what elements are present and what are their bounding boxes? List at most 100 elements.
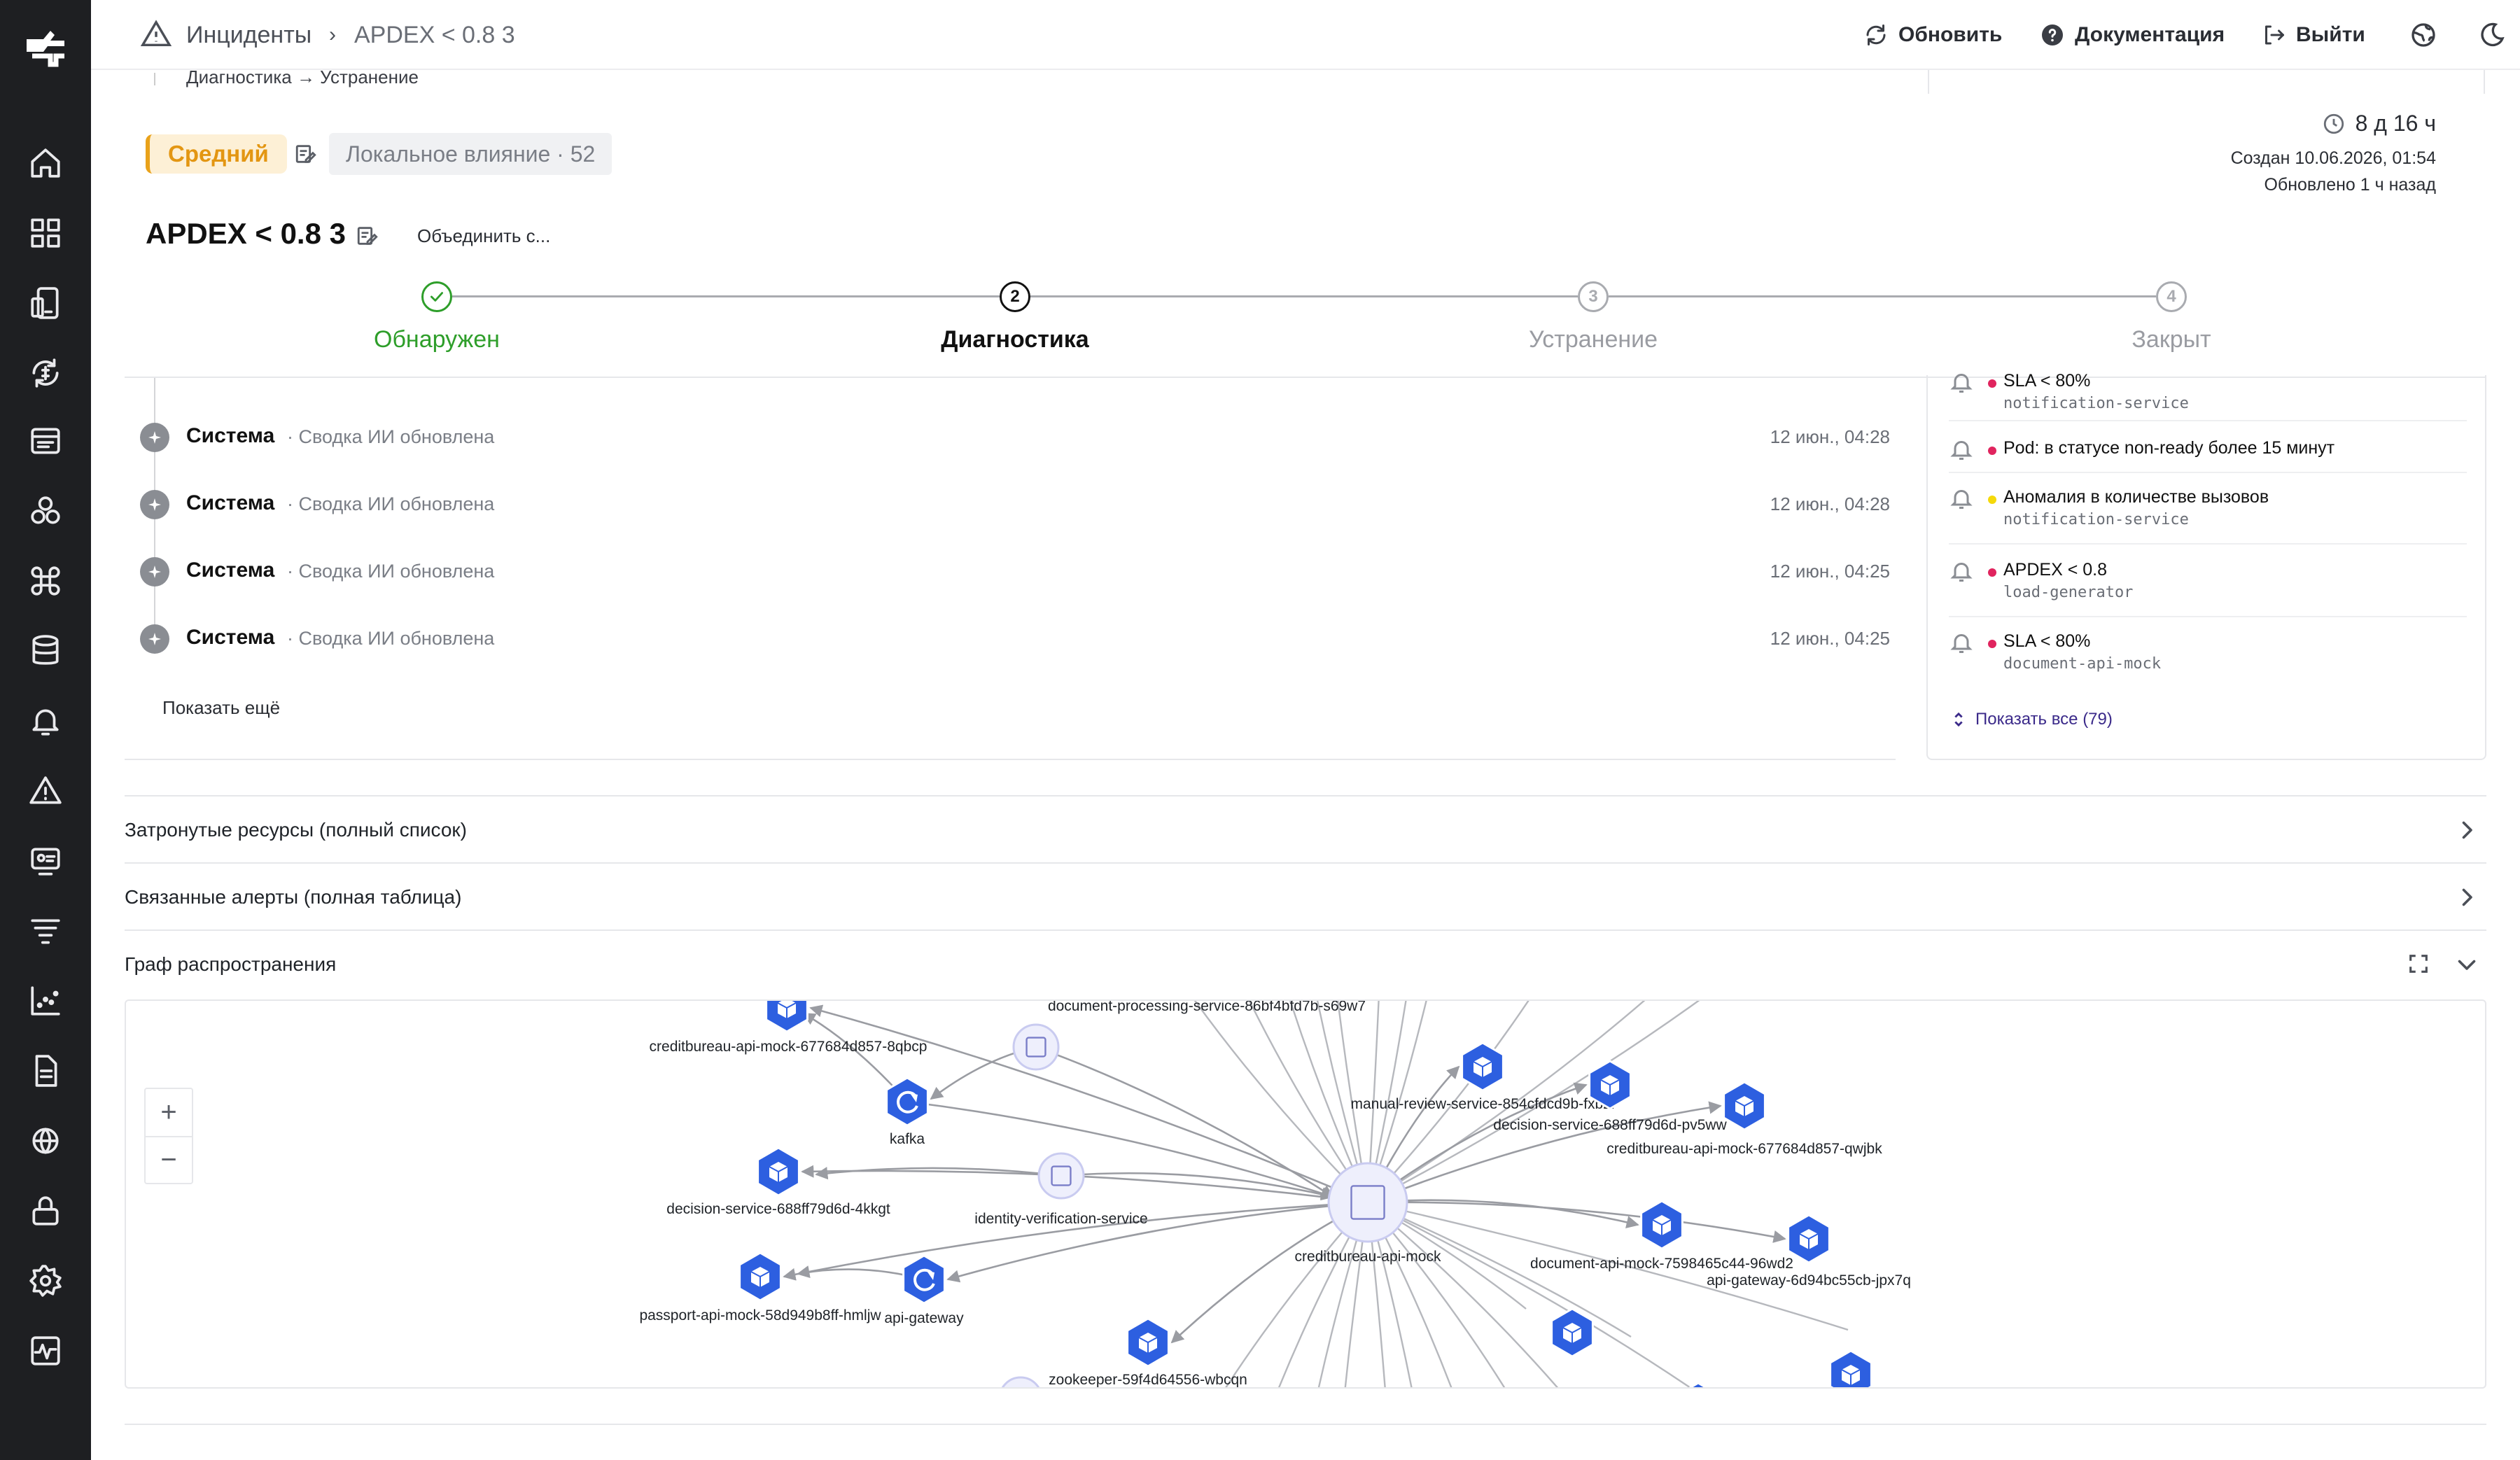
theme-icon[interactable]	[2478, 21, 2506, 49]
warning-icon	[140, 20, 172, 47]
nav-logs-icon[interactable]	[26, 421, 65, 461]
edit-severity-icon[interactable]	[294, 142, 318, 166]
chevron-down-icon[interactable]	[2454, 952, 2479, 977]
clock-icon	[2323, 113, 2344, 134]
fullscreen-icon[interactable]	[2407, 952, 2430, 976]
graph-node-zk[interactable]	[1126, 1317, 1170, 1368]
edit-title-icon[interactable]	[356, 224, 379, 248]
graph-node[interactable]	[1829, 1349, 1872, 1389]
graph-node-cb1[interactable]	[765, 1001, 808, 1033]
nav-chart-icon[interactable]	[26, 981, 65, 1020]
timeline-time: 12 июн., 04:28	[1770, 426, 1890, 447]
graph-edge	[1367, 1202, 1559, 1387]
timeline-item: Система · Сводка ИИ обновлена 12 июн., 0…	[140, 547, 1890, 589]
alert-title: SLA < 80%	[2003, 631, 2091, 651]
alert-title: Аномалия в количестве вызовов	[2003, 487, 2269, 507]
nav-monitor-icon[interactable]	[26, 841, 65, 880]
nav-dashboard-icon[interactable]	[26, 213, 65, 253]
alert-item[interactable]: Pod: в статусе non-ready более 15 минут	[1949, 435, 2467, 463]
graph-node-ds1[interactable]	[757, 1146, 800, 1197]
graph-node-dam[interactable]	[1640, 1200, 1684, 1250]
graph-node-label: identity-verification-service	[974, 1211, 1147, 1227]
graph-edge	[906, 1100, 1334, 1200]
alert-divider	[1949, 420, 2467, 421]
graph-node[interactable]	[1550, 1307, 1594, 1358]
graph-node-cb2[interactable]	[1723, 1081, 1766, 1131]
step-detected-icon	[421, 281, 452, 312]
alert-divider	[1949, 616, 2467, 617]
graph-node-kafka[interactable]	[886, 1076, 929, 1127]
show-all-alerts-link[interactable]: Показать все (79)	[1949, 710, 2113, 729]
graph-node-agw[interactable]	[902, 1254, 946, 1305]
nav-database-icon[interactable]	[26, 631, 65, 671]
timeline-author: Система	[186, 424, 275, 447]
logo-icon[interactable]	[22, 25, 69, 71]
nav-bell-icon[interactable]	[26, 701, 65, 740]
logout-button[interactable]: Выйти	[2261, 0, 2365, 70]
nav-settings-icon[interactable]	[26, 1261, 65, 1300]
impact-badge: Локальное влияние · 52	[329, 133, 612, 175]
graph-node-ivs[interactable]	[1037, 1152, 1085, 1200]
nav-warning-icon[interactable]	[26, 771, 65, 810]
nav-document-icon[interactable]	[26, 1051, 65, 1090]
nav-sync-icon[interactable]	[26, 353, 65, 393]
sparkle-icon	[140, 557, 169, 587]
timeline-show-more[interactable]: Показать ещё	[162, 697, 280, 719]
alert-divider	[1949, 543, 2467, 545]
graph-node-dps[interactable]	[1012, 1023, 1060, 1071]
alert-item[interactable]: SLA < 80% document-api-mock	[1949, 629, 2467, 678]
step-connector-3	[1609, 295, 2156, 297]
language-icon[interactable]	[2409, 21, 2437, 49]
bell-icon	[1949, 437, 1974, 462]
docs-button[interactable]: Документация	[2040, 0, 2225, 70]
nav-devices-icon[interactable]	[26, 283, 65, 323]
nav-command-icon[interactable]	[26, 561, 65, 601]
propagation-graph-section[interactable]: Граф распространения	[125, 931, 2486, 998]
step-label-closed: Закрыт	[2132, 326, 2211, 353]
alert-service: document-api-mock	[2003, 655, 2162, 673]
alert-item[interactable]: SLA < 80% notification-service	[1949, 368, 2467, 412]
alert-divider	[1949, 472, 2467, 473]
timeline-author: Система	[186, 491, 275, 514]
alert-item[interactable]: Аномалия в количестве вызовов notificati…	[1949, 484, 2467, 533]
graph-node-label: passport-api-mock-58d949b8ff-hmljw	[639, 1307, 881, 1324]
graph-node-label: document-api-mock-7598465c44-96wd2	[1530, 1256, 1793, 1272]
graph-node-pm[interactable]	[738, 1251, 782, 1302]
sub-breadcrumb: Диагностика → Устранение	[186, 66, 419, 87]
nav-filter-icon[interactable]	[26, 911, 65, 950]
breadcrumb-incidents[interactable]: Инциденты	[186, 0, 312, 70]
step-label-detected: Обнаружен	[374, 326, 500, 353]
related-alerts-section[interactable]: Связанные алерты (полная таблица)	[125, 864, 2486, 931]
nav-network-icon[interactable]	[26, 1121, 65, 1160]
graph-node-label: api-gateway	[884, 1310, 964, 1326]
zoom-in-button[interactable]: +	[146, 1089, 192, 1135]
nav-home-icon[interactable]	[26, 143, 65, 183]
graph-node-mrs[interactable]	[1461, 1041, 1504, 1092]
nav-cluster-icon[interactable]	[26, 491, 65, 531]
duration-value: 8 д 16 ч	[2355, 111, 2436, 136]
graph-node-agw2[interactable]	[1787, 1214, 1830, 1264]
refresh-button[interactable]: Обновить	[1863, 0, 2002, 70]
refresh-label: Обновить	[1898, 23, 2003, 46]
graph-canvas[interactable]: creditbureau-api-mock creditbureau-api-mo…	[126, 1001, 2486, 1389]
graph-node-label: kafka	[890, 1131, 925, 1147]
related-alerts-panel: SLA < 80% notification-service Pod: в ст…	[1926, 371, 2486, 760]
nav-lock-icon[interactable]	[26, 1191, 65, 1230]
graph-node-label: decision-service-688ff79d6d-4kkgt	[666, 1201, 890, 1217]
incident-title: APDEX < 0.8 3	[146, 217, 346, 250]
zoom-out-button[interactable]: −	[146, 1137, 192, 1183]
logout-icon	[2265, 25, 2284, 45]
graph-node[interactable]	[1000, 1376, 1042, 1389]
timeline-action: · Сводка ИИ обновлена	[287, 426, 495, 447]
merge-button[interactable]: Объединить с...	[417, 225, 550, 247]
graph-node-ds2[interactable]	[1588, 1060, 1632, 1110]
timeline-divider	[125, 759, 1896, 760]
affected-resources-section[interactable]: Затронутые ресурсы (полный список)	[125, 796, 2486, 864]
chevron-right-icon	[2454, 885, 2479, 910]
duration: 8 д 16 ч	[2322, 111, 2436, 136]
step-diagnostics: 2	[1000, 281, 1030, 312]
nav-activity-icon[interactable]	[26, 1331, 65, 1370]
alert-item[interactable]: APDEX < 0.8 load-generator	[1949, 557, 2467, 606]
propagation-graph[interactable]: creditbureau-api-mock creditbureau-api-mo…	[125, 999, 2486, 1389]
graph-node-center[interactable]	[1327, 1162, 1408, 1243]
